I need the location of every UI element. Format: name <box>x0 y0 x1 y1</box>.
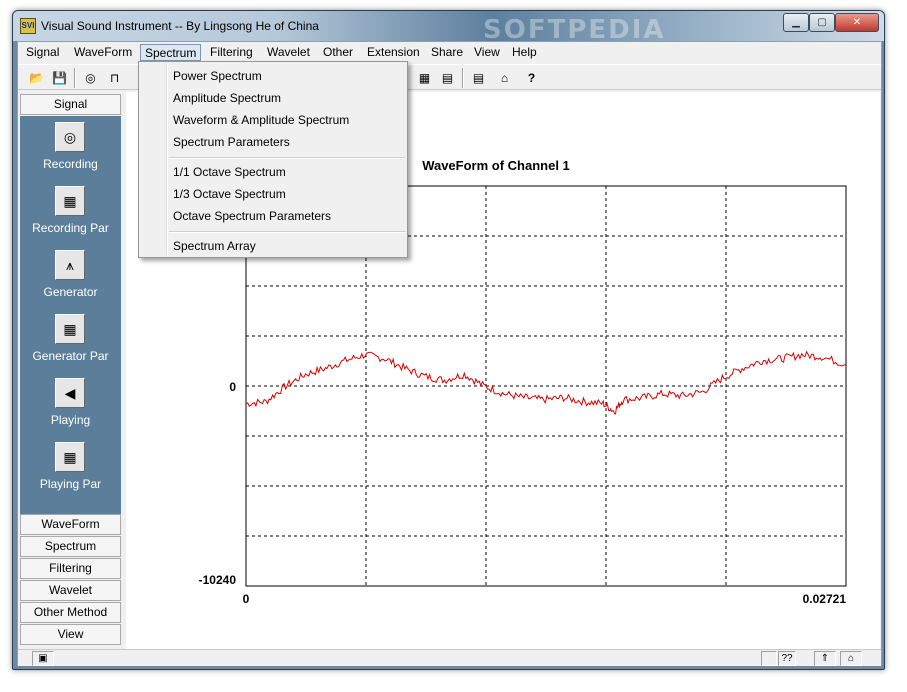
toolbar-separator <box>462 68 464 88</box>
panel-header-spectrum[interactable]: Spectrum <box>20 536 121 557</box>
status-cell <box>761 651 777 666</box>
dropdown-gutter <box>166 64 168 255</box>
left-panel: Signal ◎ Recording ▦ Recording Par ⩚ Gen… <box>20 94 121 662</box>
tool-label: Generator <box>43 285 98 299</box>
x-tick-label-end: 0.02721 <box>803 592 847 606</box>
menu-filtering[interactable]: Filtering <box>206 44 257 61</box>
maximize-button[interactable]: ▢ <box>809 13 835 32</box>
menu-item-spectrum-array[interactable]: Spectrum Array <box>173 235 256 257</box>
menu-other[interactable]: Other <box>319 44 357 61</box>
spectrum-icon[interactable]: ▦ <box>414 68 435 88</box>
filter-icon[interactable]: ▤ <box>437 68 458 88</box>
tool-label: Recording Par <box>32 221 109 235</box>
toolbar-separator <box>74 68 76 88</box>
table-icon[interactable]: ▦ <box>55 442 85 472</box>
x-tick-label-start: 0 <box>243 592 250 606</box>
menu-separator <box>169 157 405 159</box>
waveform-icon[interactable]: ⊓ <box>104 68 125 88</box>
signal-tools: ◎ Recording ▦ Recording Par ⩚ Generator … <box>20 116 121 514</box>
y-tick-label-min: -10240 <box>199 573 237 587</box>
tool-generator-par[interactable]: ▦ Generator Par <box>20 308 121 372</box>
menu-waveform[interactable]: WaveForm <box>70 44 136 61</box>
tool-recording-par[interactable]: ▦ Recording Par <box>20 180 121 244</box>
close-button[interactable]: ✕ <box>835 13 879 32</box>
panel-header-wavelet[interactable]: Wavelet <box>20 580 121 601</box>
help-icon[interactable]: ? <box>521 68 542 88</box>
tool-playing[interactable]: ◀ Playing <box>20 372 121 436</box>
panel-header-signal[interactable]: Signal <box>20 94 121 115</box>
help-status-icon[interactable]: ?? <box>778 651 796 666</box>
tool-label: Recording <box>43 157 98 171</box>
chart-title: WaveForm of Channel 1 <box>422 158 570 173</box>
menu-item-octave-1-1[interactable]: 1/1 Octave Spectrum <box>173 161 286 183</box>
menu-item-spectrum-parameters[interactable]: Spectrum Parameters <box>173 131 290 153</box>
tool-recording[interactable]: ◎ Recording <box>20 116 121 180</box>
menu-item-octave-1-3[interactable]: 1/3 Octave Spectrum <box>173 183 286 205</box>
panel-header-filtering[interactable]: Filtering <box>20 558 121 579</box>
table-icon[interactable]: ▦ <box>55 186 85 216</box>
menu-spectrum[interactable]: Spectrum <box>140 44 202 61</box>
open-folder-icon[interactable]: 📂 <box>26 68 47 88</box>
menu-share[interactable]: Share <box>427 44 467 61</box>
menu-bar: Signal WaveForm Spectrum Filtering Wavel… <box>18 42 881 63</box>
up-icon[interactable]: ⇑ <box>814 651 836 666</box>
recording-icon[interactable]: ◎ <box>80 68 101 88</box>
panel-header-other-method[interactable]: Other Method <box>20 602 121 623</box>
tool-label: Generator Par <box>32 349 109 363</box>
menu-item-power-spectrum[interactable]: Power Spectrum <box>173 65 262 87</box>
tool-icon[interactable]: ▤ <box>468 68 489 88</box>
panel-header-waveform[interactable]: WaveForm <box>20 514 121 535</box>
home-status-icon[interactable]: ⌂ <box>840 651 862 666</box>
panel-header-view[interactable]: View <box>20 624 121 645</box>
menu-item-octave-parameters[interactable]: Octave Spectrum Parameters <box>173 205 331 227</box>
app-icon: SVI <box>20 18 36 34</box>
table-icon[interactable]: ▦ <box>55 314 85 344</box>
menu-signal[interactable]: Signal <box>22 44 63 61</box>
menu-separator <box>169 231 405 233</box>
tool-generator[interactable]: ⩚ Generator <box>20 244 121 308</box>
generator-wave-icon[interactable]: ⩚ <box>55 250 85 280</box>
menu-item-amplitude-spectrum[interactable]: Amplitude Spectrum <box>173 87 281 109</box>
status-bar: ▣ ?? ⇑ ⌂ <box>18 649 881 666</box>
speaker-icon[interactable]: ◀ <box>55 378 85 408</box>
minimize-button[interactable]: ▁ <box>783 13 809 32</box>
tool-label: Playing Par <box>39 477 102 491</box>
tool-label: Playing <box>50 413 91 427</box>
menu-item-waveform-amplitude-spectrum[interactable]: Waveform & Amplitude Spectrum <box>173 109 349 131</box>
title-bar[interactable]: SVI Visual Sound Instrument -- By Lingso… <box>13 11 884 45</box>
y-tick-label-zero: 0 <box>229 380 236 394</box>
menu-view[interactable]: View <box>470 44 504 61</box>
spectrum-dropdown: Power Spectrum Amplitude Spectrum Wavefo… <box>138 61 408 258</box>
menu-wavelet[interactable]: Wavelet <box>263 44 314 61</box>
menu-extension[interactable]: Extension <box>363 44 424 61</box>
recording-icon[interactable]: ◎ <box>55 122 85 152</box>
window-title: Visual Sound Instrument -- By Lingsong H… <box>41 19 319 33</box>
save-icon[interactable]: 💾 <box>49 68 70 88</box>
home-icon[interactable]: ⌂ <box>494 68 515 88</box>
menu-help[interactable]: Help <box>508 44 541 61</box>
tool-playing-par[interactable]: ▦ Playing Par <box>20 436 121 500</box>
status-panel-icon[interactable]: ▣ <box>32 651 54 666</box>
